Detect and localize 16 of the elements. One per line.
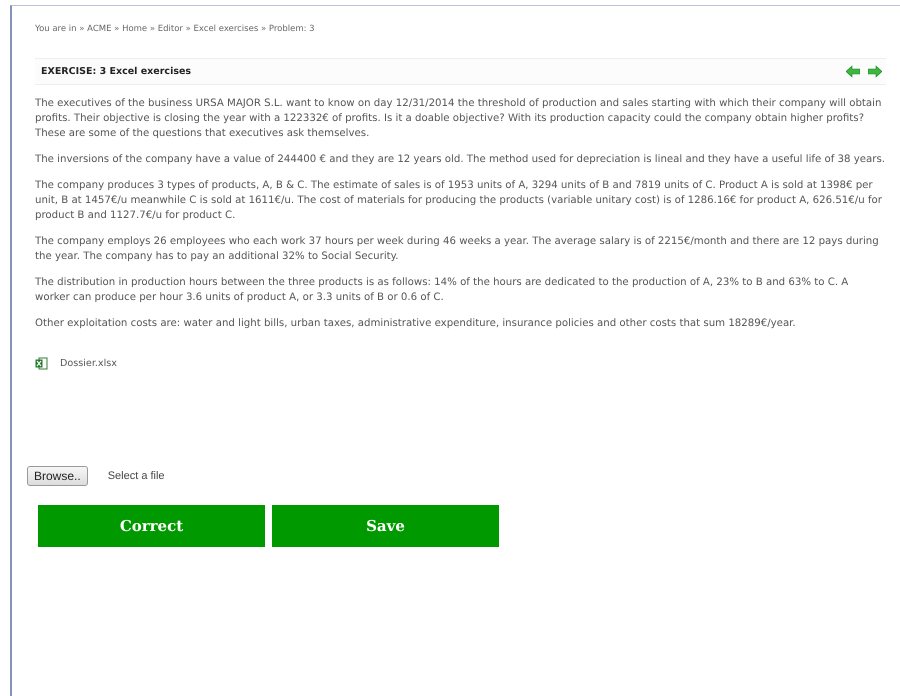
paragraph: The executives of the business URSA MAJOR S.L. want to know on day 12/31/2014 the threshold of production and sales starting with which their company will obtain profits. Their objective is closing the year with a 122332€ of profits. Is it a doable objective? With its production capacity could the company obtain higher profits? These are some of the questions that executives ask themselves.: [35, 97, 882, 141]
paragraph: The inversions of the company have a value of 244400 € and they are 12 years old. The method used for depreciation is lineal and they have a useful life of 38 years.: [35, 153, 886, 167]
paragraph: The company employs 26 employees who each work 37 hours per week during 46 weeks a year. The average salary is of 2215€/month and there are 12 pays during the year. The company has to pay an additional 32% to Social Security.: [35, 235, 880, 264]
action-button[interactable]: Correct: [38, 505, 265, 547]
browse-button[interactable]: Browse..: [27, 466, 88, 486]
file-status: Select a file: [108, 470, 165, 482]
breadcrumb: You are in » ACME » Home » Editor » Excel exercises » Problem: 3: [35, 24, 316, 34]
right-arrow-icon[interactable]: [868, 65, 882, 78]
attachment-link[interactable]: Dossier.xlsx: [60, 358, 117, 369]
paragraph: The company produces 3 types of products, A, B & C. The estimate of sales is of 1953 units of A, 3294 units of B and 7819 units of C. Product A is sold at 1398€ per unit, B at 1457€/u meanwhile C is sold at 1611€/u. The cost of materials for producing the products (variable unitary cost) is of 1286.16€ for product A, 626.51€/u for product B and 1127.7€/u for product C.: [35, 179, 883, 223]
spreadsheet-file-icon: [35, 357, 48, 370]
left-arrow-icon[interactable]: [846, 65, 860, 78]
paragraph: The distribution in production hours between the three products is as follows: 14% of the hours are dedicated to the production of A, 23% to B and 63% to C. A worker can produce per hour 3.6 units of product A, or 3.3 units of B or 0.6 of C.: [35, 276, 850, 305]
action-button[interactable]: Save: [272, 505, 499, 547]
exercise-title: EXERCISE: 3 Excel exercises: [41, 66, 192, 77]
paragraph: Other exploitation costs are: water and light bills, urban taxes, administrative expenditure, insurance policies and other costs that sum 18289€/year.: [35, 317, 797, 331]
